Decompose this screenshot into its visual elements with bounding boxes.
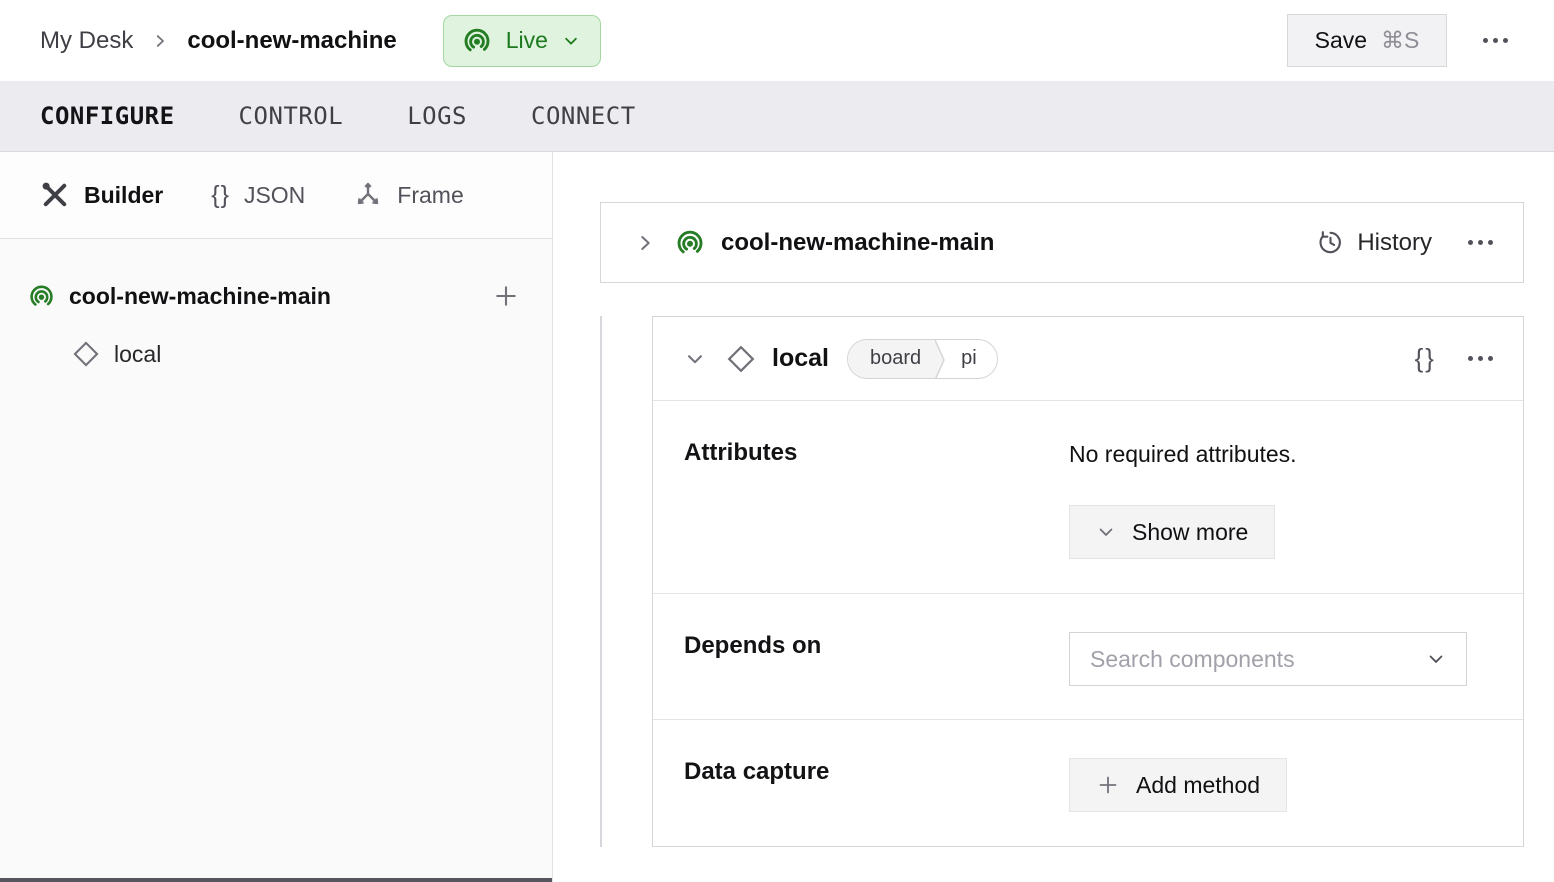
tab-frame-label: Frame [397, 182, 463, 209]
depends-on-select[interactable] [1069, 632, 1467, 686]
collapse-chevron-down-icon[interactable] [684, 348, 706, 370]
component-type-model-badge: board pi [847, 339, 998, 379]
axes-icon [353, 180, 383, 210]
attributes-label: Attributes [684, 439, 797, 467]
diamond-icon [726, 344, 756, 374]
depends-on-section: Depends on [653, 593, 1523, 719]
plus-icon [1096, 773, 1120, 797]
data-capture-section: Data capture Add method [653, 719, 1523, 846]
machine-name: cool-new-machine [187, 27, 396, 55]
history-button[interactable]: History [1317, 229, 1432, 257]
component-type: board [848, 340, 935, 378]
component-card-header: local board pi {} [653, 317, 1523, 401]
add-component-button[interactable] [492, 282, 520, 310]
component-title: local [772, 344, 829, 373]
chevron-down-icon [562, 32, 580, 50]
tab-frame[interactable]: Frame [353, 180, 463, 210]
chevron-right-icon [151, 32, 169, 50]
sidebar-scrollbar[interactable] [0, 878, 552, 882]
machine-part-title: cool-new-machine-main [721, 229, 994, 257]
add-method-label: Add method [1136, 772, 1260, 799]
topbar-actions: Save ⌘S [1287, 14, 1510, 67]
tab-json[interactable]: {} JSON [211, 181, 305, 210]
tree-item-machine-main[interactable]: cool-new-machine-main [0, 269, 552, 323]
attributes-section: Attributes No required attributes. Show … [653, 401, 1523, 593]
history-icon [1317, 229, 1344, 256]
data-capture-label: Data capture [684, 758, 829, 786]
status-label: Live [506, 27, 548, 54]
history-label: History [1357, 229, 1432, 257]
tree-item-label: local [114, 341, 161, 368]
machine-part-menu-button[interactable] [1466, 234, 1495, 251]
save-shortcut: ⌘S [1381, 27, 1419, 54]
component-model: pi [949, 340, 997, 378]
machine-nav-tabs: CONFIGURE CONTROL LOGS CONNECT [0, 81, 1554, 152]
edit-json-icon-button[interactable]: {} [1415, 343, 1436, 374]
config-view-tabs: Builder {} JSON Frame [0, 152, 552, 239]
machine-live-icon [462, 26, 492, 56]
save-button[interactable]: Save ⌘S [1287, 14, 1447, 67]
machine-part-card: cool-new-machine-main History [600, 202, 1524, 283]
chevron-down-icon [1096, 522, 1116, 542]
tab-logs[interactable]: LOGS [407, 102, 467, 130]
config-sidebar: Builder {} JSON Frame [0, 152, 553, 882]
breadcrumb: My Desk cool-new-machine [40, 27, 397, 55]
expand-chevron-right-icon[interactable] [634, 232, 656, 254]
component-menu-button[interactable] [1466, 350, 1495, 367]
show-more-button[interactable]: Show more [1069, 505, 1275, 559]
tab-json-label: JSON [244, 182, 305, 209]
tab-control[interactable]: CONTROL [239, 102, 344, 130]
save-label: Save [1315, 27, 1367, 54]
machine-live-icon [28, 283, 55, 310]
machine-live-icon [675, 228, 705, 258]
child-components-rail [600, 316, 602, 847]
plus-icon [492, 282, 520, 310]
depends-on-label: Depends on [684, 632, 821, 660]
tab-connect[interactable]: CONNECT [531, 102, 636, 130]
tree-item-label: cool-new-machine-main [69, 283, 331, 310]
tab-builder-label: Builder [84, 182, 163, 209]
breadcrumb-parent-link[interactable]: My Desk [40, 27, 133, 55]
tab-configure[interactable]: CONFIGURE [40, 102, 175, 130]
search-components-input[interactable] [1090, 646, 1426, 673]
braces-icon: {} [211, 181, 230, 210]
attributes-empty-text: No required attributes. [1069, 441, 1297, 468]
badge-divider-chevron-icon [935, 340, 949, 378]
viam-machine-page: My Desk cool-new-machine Live Save ⌘S CO… [0, 0, 1554, 882]
tools-icon [40, 180, 70, 210]
show-more-label: Show more [1132, 519, 1248, 546]
topbar-overflow-menu-button[interactable] [1481, 32, 1510, 49]
machine-part-tree: cool-new-machine-main local [0, 239, 552, 381]
configure-content: Builder {} JSON Frame [0, 152, 1554, 882]
config-main-panel: cool-new-machine-main History [553, 152, 1554, 882]
top-bar: My Desk cool-new-machine Live Save ⌘S [0, 0, 1554, 81]
tab-builder[interactable]: Builder [40, 180, 163, 210]
tree-item-local[interactable]: local [0, 327, 552, 381]
add-method-button[interactable]: Add method [1069, 758, 1287, 812]
machine-status-dropdown[interactable]: Live [443, 15, 601, 67]
diamond-icon [72, 340, 100, 368]
component-card-local: local board pi {} Attributes No required… [652, 316, 1524, 847]
chevron-down-icon [1426, 649, 1446, 669]
